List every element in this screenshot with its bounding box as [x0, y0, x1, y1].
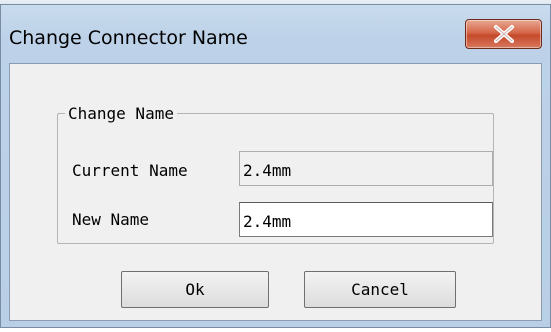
title-bar[interactable]: Change Connector Name — [1, 5, 550, 63]
current-name-field — [239, 151, 493, 186]
current-name-label: Current Name — [72, 161, 188, 180]
group-legend: Change Name — [68, 104, 174, 123]
close-icon — [494, 25, 514, 43]
cancel-button[interactable]: Cancel — [304, 271, 456, 308]
close-button[interactable] — [465, 19, 542, 49]
dialog-body: Change Name Current Name New Name Ok Can… — [9, 63, 542, 321]
change-name-group: Change Name Current Name New Name — [57, 104, 494, 244]
ok-button[interactable]: Ok — [121, 271, 269, 308]
window-title: Change Connector Name — [9, 27, 248, 49]
new-name-field[interactable] — [239, 202, 493, 237]
dialog-window: Change Connector Name Change Name Curren… — [0, 4, 551, 328]
new-name-label: New Name — [72, 210, 150, 229]
